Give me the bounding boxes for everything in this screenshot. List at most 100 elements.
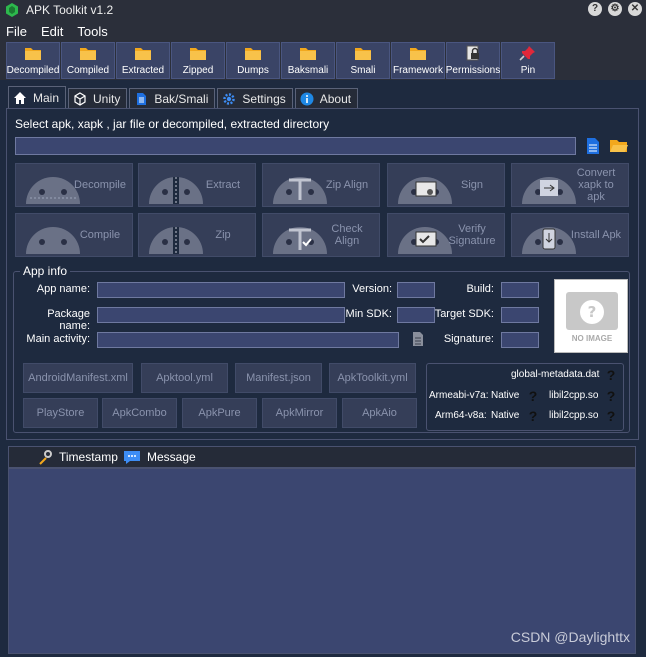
decompile-button[interactable]: Decompile: [15, 163, 133, 207]
home-icon: [14, 91, 26, 104]
version-field[interactable]: [397, 282, 435, 298]
action-label: Zip Align: [325, 179, 369, 191]
convert-xapk-button[interactable]: Convert xapk to apk: [511, 163, 629, 207]
toolbar-label: Zipped: [182, 65, 214, 76]
folder-icon: [80, 48, 96, 60]
toolbar-label: Decompiled: [6, 65, 60, 76]
action-label: Zip: [215, 229, 231, 241]
package-name-label: Package name:: [47, 308, 90, 332]
path-input[interactable]: [15, 137, 576, 155]
select-prompt: Select apk, xapk , jar file or decompile…: [15, 117, 330, 131]
folder-icon: [410, 48, 426, 60]
toolbar-extracted-button[interactable]: Extracted: [116, 42, 170, 79]
document-icon: [137, 92, 147, 105]
global-metadata-label: global-metadata.dat: [511, 369, 600, 380]
title-bar: APK Toolkit v1.2 ? ⚙ ✕: [0, 0, 646, 20]
action-label: Check Align: [331, 223, 363, 247]
armeabi-type: Native: [491, 390, 520, 401]
apkmirror-button[interactable]: ApkMirror: [262, 398, 337, 428]
package-name-field[interactable]: [97, 307, 345, 323]
apkcombo-button[interactable]: ApkCombo: [102, 398, 177, 428]
toolbar-baksmali-button[interactable]: Baksmali: [281, 42, 335, 79]
toolbar-label: Permissions: [445, 65, 501, 76]
tab-unity[interactable]: Unity: [68, 88, 128, 108]
app-name-field[interactable]: [97, 282, 345, 298]
apkaio-button[interactable]: ApkAio: [342, 398, 417, 428]
toolbar-pin-button[interactable]: Pin: [501, 42, 555, 79]
svg-text:?: ?: [588, 303, 597, 321]
tab-label: About: [319, 91, 352, 106]
log-list[interactable]: [8, 468, 636, 654]
watermark: CSDN @Daylighttx: [510, 629, 630, 645]
android-manifest-button[interactable]: AndroidManifest.xml: [23, 363, 133, 393]
info-icon: [300, 92, 314, 105]
pin-icon: [519, 46, 535, 61]
unknown-icon: ?: [606, 367, 616, 383]
tab-bak-smali[interactable]: Bak/Smali: [129, 88, 216, 108]
apktool-yml-button[interactable]: Apktool.yml: [141, 363, 228, 393]
toolbar-label: Pin: [520, 65, 536, 76]
help-window-button[interactable]: ?: [588, 2, 602, 16]
tab-about[interactable]: About: [294, 88, 359, 108]
install-apk-button[interactable]: Install Apk: [511, 213, 629, 257]
apkpure-button[interactable]: ApkPure: [182, 398, 257, 428]
compile-button[interactable]: Compile: [15, 213, 133, 257]
message-header-label: Message: [147, 450, 196, 464]
toolbar-dumps-button[interactable]: Dumps: [226, 42, 280, 79]
toolbar-compiled-button[interactable]: Compiled: [61, 42, 115, 79]
timestamp-column-header[interactable]: Timestamp: [37, 447, 118, 467]
zip-align-button[interactable]: Zip Align: [262, 163, 380, 207]
settings-window-button[interactable]: ⚙: [608, 2, 622, 16]
zip-button[interactable]: Zip: [138, 213, 256, 257]
timestamp-icon: [39, 450, 52, 465]
arm64-label: Arm64-v8a:: [435, 410, 487, 421]
file-icon[interactable]: [585, 137, 601, 155]
folder-icon: [300, 48, 316, 60]
app-name-label: App name:: [36, 283, 90, 295]
min-sdk-field[interactable]: [397, 307, 435, 323]
message-column-header[interactable]: Message: [123, 447, 196, 467]
menu-edit[interactable]: Edit: [41, 24, 63, 39]
folder-icon: [245, 48, 261, 60]
toolbar-framework-button[interactable]: Framework: [391, 42, 445, 79]
signature-field[interactable]: [501, 332, 539, 348]
toolbar: Decompiled Compiled Extracted Zipped Dum…: [0, 42, 646, 80]
playstore-button[interactable]: PlayStore: [23, 398, 98, 428]
target-sdk-label: Target SDK:: [434, 308, 494, 320]
folder-open-icon[interactable]: [609, 138, 629, 154]
app-info-group: App info App name: Package name: Main ac…: [13, 264, 630, 433]
menu-file[interactable]: File: [6, 24, 27, 39]
tab-main[interactable]: Main: [8, 86, 67, 108]
action-label: Compile: [79, 229, 121, 241]
sign-button[interactable]: Sign: [387, 163, 505, 207]
action-label: Convert xapk to apk: [576, 167, 616, 203]
target-sdk-field[interactable]: [501, 307, 539, 323]
lock-file-icon: [466, 45, 479, 61]
action-label: Extract: [205, 179, 241, 191]
gear-icon: [223, 92, 236, 105]
tab-settings[interactable]: Settings: [217, 88, 293, 108]
menu-tools[interactable]: Tools: [77, 24, 107, 39]
copy-file-icon[interactable]: [412, 331, 424, 347]
unity-icon: [74, 91, 86, 106]
manifest-json-button[interactable]: Manifest.json: [235, 363, 322, 393]
folder-icon: [25, 48, 41, 60]
tab-label: Unity: [93, 91, 121, 106]
verify-signature-button[interactable]: Verify Signature: [387, 213, 505, 257]
window-title: APK Toolkit v1.2: [26, 3, 114, 17]
toolbar-permissions-button[interactable]: Permissions: [446, 42, 500, 79]
check-align-button[interactable]: Check Align: [262, 213, 380, 257]
toolbar-decompiled-button[interactable]: Decompiled: [6, 42, 60, 79]
toolbar-smali-button[interactable]: Smali: [336, 42, 390, 79]
apktoolkit-yml-button[interactable]: ApkToolkit.yml: [329, 363, 416, 393]
close-window-button[interactable]: ✕: [628, 2, 642, 16]
toolbar-zipped-button[interactable]: Zipped: [171, 42, 225, 79]
main-activity-field[interactable]: [97, 332, 399, 348]
extract-button[interactable]: Extract: [138, 163, 256, 207]
toolbar-label: Extracted: [121, 65, 165, 76]
toolbar-label: Baksmali: [287, 65, 329, 76]
action-label: Sign: [460, 179, 484, 191]
arm64-lib: libil2cpp.so: [549, 410, 599, 421]
app-info-title: App info: [20, 264, 71, 278]
build-field[interactable]: [501, 282, 539, 298]
